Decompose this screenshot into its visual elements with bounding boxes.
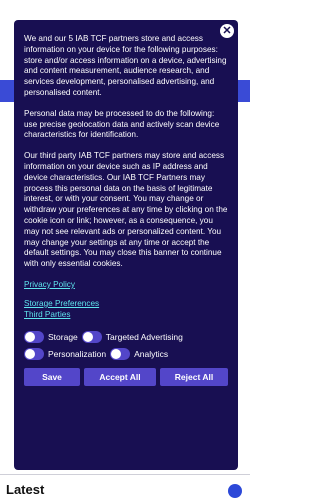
page-section-heading: Latest — [6, 482, 45, 497]
toggle-row-2: Personalization Analytics — [24, 345, 228, 362]
consent-paragraph-purposes: We and our 5 IAB TCF partners store and … — [24, 34, 227, 97]
save-button[interactable]: Save — [24, 368, 80, 387]
consent-buttons: Save Accept All Reject All — [24, 368, 228, 387]
analytics-toggle[interactable] — [110, 347, 131, 360]
targeted-advertising-toggle[interactable] — [81, 330, 102, 343]
consent-paragraph-third-party: Our third party IAB TCF partners may sto… — [24, 151, 228, 269]
cookie-consent-banner: ✕ We and our 5 IAB TCF partners store an… — [14, 20, 238, 470]
personalization-toggle-label: Personalization — [48, 348, 107, 359]
consent-toggles: Storage Targeted Advertising Personaliza… — [24, 328, 228, 362]
third-parties-link[interactable]: Third Parties — [24, 310, 228, 321]
targeted-advertising-toggle-label: Targeted Advertising — [105, 331, 183, 342]
storage-toggle-label: Storage — [48, 331, 78, 342]
accept-all-button[interactable]: Accept All — [84, 368, 156, 387]
storage-preferences-link[interactable]: Storage Preferences — [24, 299, 228, 310]
toggle-row-1: Storage Targeted Advertising — [24, 328, 228, 345]
consent-paragraph-personal-data: Personal data may be processed to do the… — [24, 108, 220, 140]
analytics-toggle-label: Analytics — [134, 348, 169, 359]
personalization-toggle[interactable] — [24, 347, 44, 360]
close-icon[interactable]: ✕ — [220, 24, 234, 38]
reject-all-button[interactable]: Reject All — [160, 368, 228, 387]
storage-toggle[interactable] — [24, 330, 44, 343]
consent-links: Privacy Policy Storage Preferences Third… — [24, 280, 228, 320]
privacy-policy-link[interactable]: Privacy Policy — [24, 280, 228, 291]
page-circle-icon[interactable] — [228, 484, 242, 498]
page-divider — [0, 474, 250, 475]
